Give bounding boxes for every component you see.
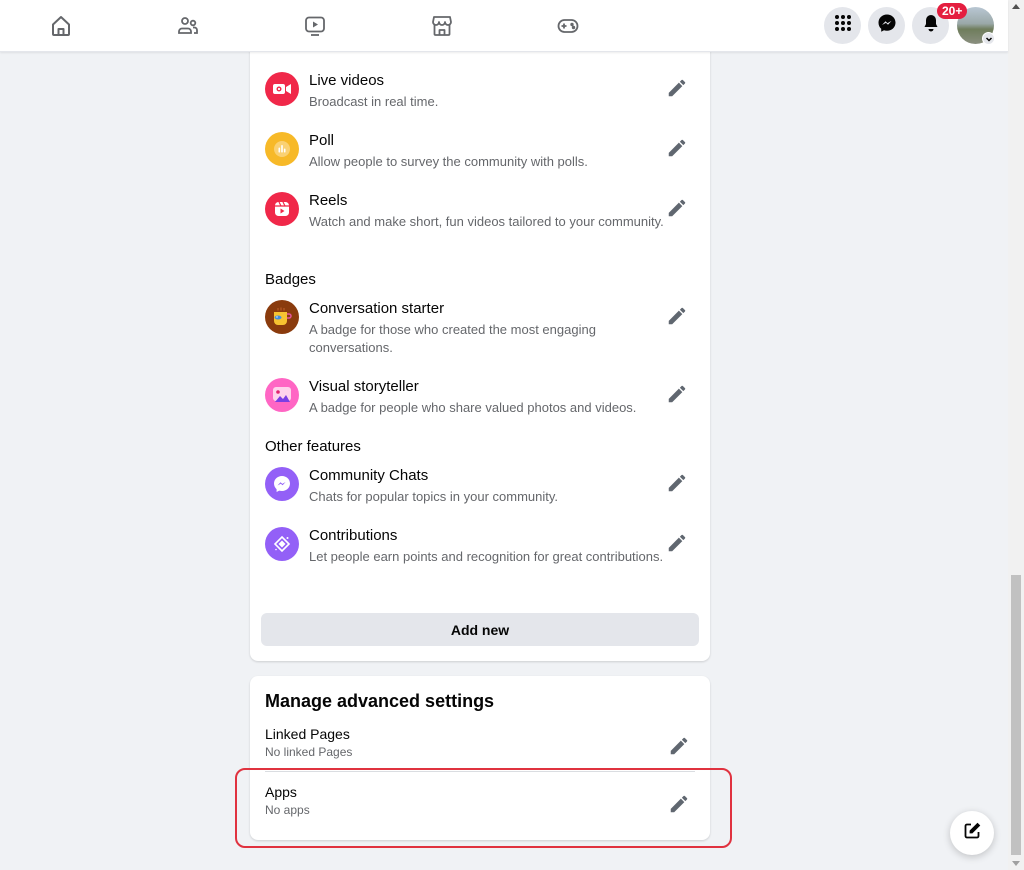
friends-icon[interactable] bbox=[175, 13, 201, 39]
notification-badge: 20+ bbox=[937, 3, 968, 19]
advanced-settings-card: Manage advanced settings Linked Pages No… bbox=[250, 676, 710, 840]
edit-conversation-starter-button[interactable] bbox=[663, 302, 691, 330]
new-message-button[interactable] bbox=[950, 811, 994, 855]
linked-pages-description: No linked Pages bbox=[265, 745, 353, 759]
bell-icon bbox=[921, 13, 941, 38]
messenger-icon bbox=[877, 13, 897, 38]
poll-icon bbox=[265, 132, 299, 166]
badges-section-label: Badges bbox=[265, 271, 316, 288]
video-icon[interactable] bbox=[302, 13, 328, 39]
divider bbox=[265, 771, 695, 772]
scroll-down-arrow-icon[interactable] bbox=[1012, 861, 1020, 866]
page-scrollbar[interactable] bbox=[1008, 0, 1024, 870]
edit-reels-button[interactable] bbox=[663, 194, 691, 222]
pencil-icon bbox=[668, 307, 686, 325]
scroll-up-arrow-icon[interactable] bbox=[1012, 4, 1020, 9]
feature-title: Community Chats bbox=[309, 467, 429, 484]
pencil-icon bbox=[668, 139, 686, 157]
feature-title: Poll bbox=[309, 132, 335, 149]
edit-contributions-button[interactable] bbox=[663, 529, 691, 557]
pencil-icon bbox=[668, 474, 686, 492]
marketplace-icon[interactable] bbox=[429, 13, 455, 39]
other-features-section-label: Other features bbox=[265, 438, 361, 455]
compose-icon bbox=[962, 821, 982, 846]
apps-row[interactable]: Apps No apps bbox=[265, 784, 695, 817]
chevron-down-icon[interactable] bbox=[982, 32, 995, 45]
edit-linked-pages-button[interactable] bbox=[665, 732, 693, 760]
advanced-settings-title: Manage advanced settings bbox=[265, 691, 495, 711]
linked-pages-row[interactable]: Linked Pages No linked Pages bbox=[265, 726, 695, 759]
feature-title: Contributions bbox=[309, 527, 398, 544]
edit-apps-button[interactable] bbox=[665, 790, 693, 818]
badge-title: Visual storyteller bbox=[309, 378, 419, 395]
edit-live-videos-button[interactable] bbox=[663, 74, 691, 102]
pencil-icon bbox=[668, 385, 686, 403]
scrollbar-thumb[interactable] bbox=[1011, 575, 1021, 855]
contributions-icon bbox=[265, 527, 299, 561]
top-navigation-bar: 20+ bbox=[0, 0, 1008, 52]
add-new-button[interactable]: Add new bbox=[261, 613, 699, 646]
live-video-icon bbox=[265, 72, 299, 106]
edit-visual-storyteller-button[interactable] bbox=[663, 380, 691, 408]
feature-title: Live videos bbox=[309, 72, 385, 89]
badge-title: Conversation starter bbox=[309, 300, 445, 317]
edit-community-chats-button[interactable] bbox=[663, 469, 691, 497]
messenger-button[interactable] bbox=[868, 7, 905, 44]
feature-description: Allow people to survey the community wit… bbox=[309, 154, 588, 169]
pencil-icon bbox=[668, 79, 686, 97]
features-card: Live videos Broadcast in real time. Poll… bbox=[250, 40, 710, 661]
gaming-icon[interactable] bbox=[555, 13, 581, 39]
feature-description: Broadcast in real time. bbox=[309, 94, 439, 109]
feature-description: Watch and make short, fun videos tailore… bbox=[309, 214, 664, 229]
feature-description: Chats for popular topics in your communi… bbox=[309, 489, 559, 504]
pencil-icon bbox=[670, 795, 688, 813]
grid-menu-icon bbox=[833, 13, 853, 38]
apps-description: No apps bbox=[265, 803, 310, 817]
apps-title: Apps bbox=[265, 784, 297, 800]
photo-icon bbox=[265, 378, 299, 412]
coffee-cup-icon bbox=[265, 300, 299, 334]
pencil-icon bbox=[668, 199, 686, 217]
badge-description: A badge for people who share valued phot… bbox=[309, 400, 637, 415]
home-icon[interactable] bbox=[48, 13, 74, 39]
edit-poll-button[interactable] bbox=[663, 134, 691, 162]
badge-description: A badge for those who created the most e… bbox=[309, 322, 596, 355]
feature-description: Let people earn points and recognition f… bbox=[309, 549, 664, 564]
reels-icon bbox=[265, 192, 299, 226]
linked-pages-title: Linked Pages bbox=[265, 726, 350, 742]
pencil-icon bbox=[668, 534, 686, 552]
pencil-icon bbox=[670, 737, 688, 755]
feature-title: Reels bbox=[309, 192, 348, 209]
messenger-icon bbox=[265, 467, 299, 501]
menu-button[interactable] bbox=[824, 7, 861, 44]
